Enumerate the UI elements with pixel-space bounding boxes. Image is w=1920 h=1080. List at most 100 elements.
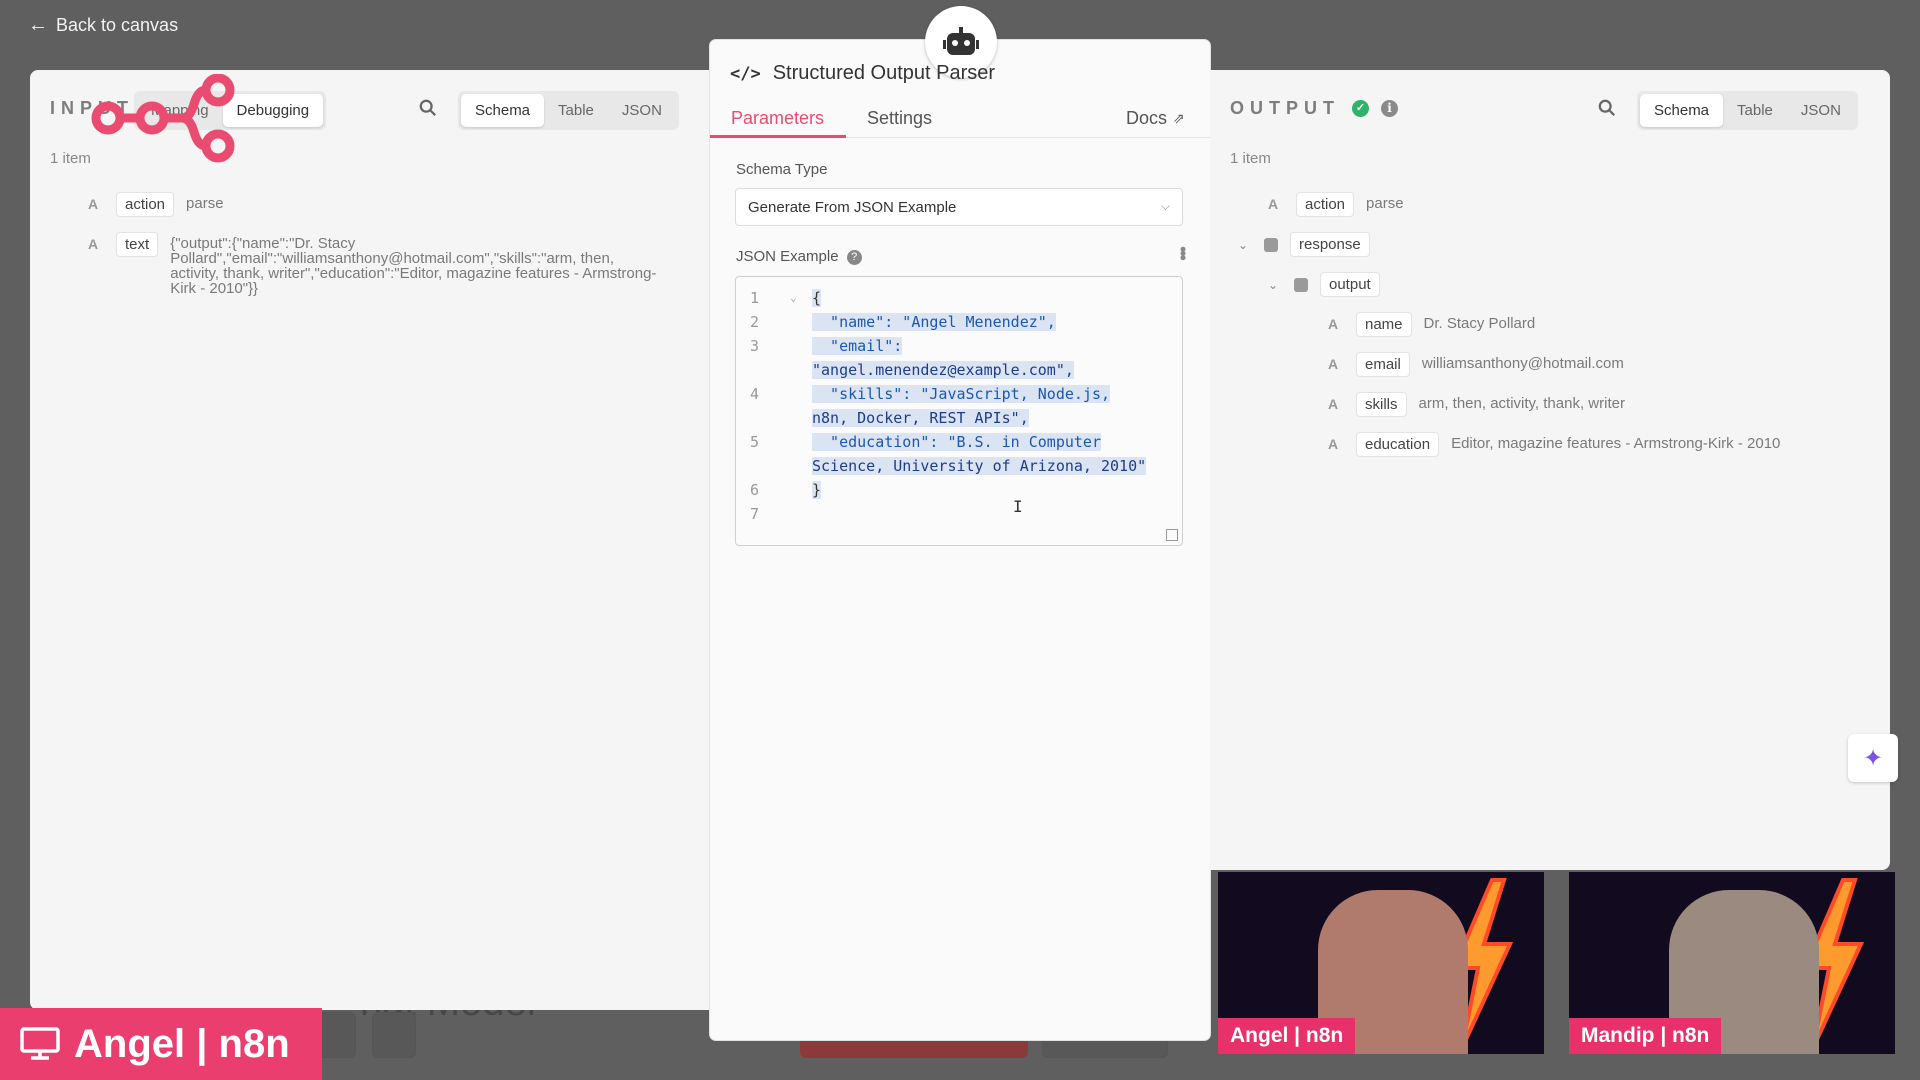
canvas-tool-button[interactable] xyxy=(372,1012,416,1058)
presenter-name: Angel | n8n xyxy=(74,1021,290,1066)
line-number: 6 xyxy=(750,481,760,499)
field-key[interactable]: skills xyxy=(1356,392,1407,417)
n8n-logo-icon xyxy=(91,74,235,163)
string-type-icon: A xyxy=(1267,196,1279,212)
code-line: "email": xyxy=(812,337,903,355)
active-tab-indicator xyxy=(710,135,846,138)
help-icon[interactable]: ? xyxy=(846,249,862,265)
output-field-education[interactable]: A education Editor, magazine features - … xyxy=(1322,432,1780,457)
line-number: 5 xyxy=(750,433,760,451)
webcam-feed: Mandip | n8n xyxy=(1569,872,1895,1054)
options-kebab-icon[interactable]: ••• xyxy=(1172,246,1193,259)
output-field-name[interactable]: A name Dr. Stacy Pollard xyxy=(1322,312,1535,337)
object-type-icon xyxy=(1264,238,1278,252)
chevron-down-icon[interactable]: ⌄ xyxy=(1268,272,1282,292)
check-circle-icon: ✓ xyxy=(1352,100,1369,117)
back-to-canvas-label: Back to canvas xyxy=(56,15,179,35)
output-item-count: 1 item xyxy=(1230,150,1271,167)
ai-assistant-button[interactable]: ✦ xyxy=(1848,734,1898,782)
json-example-label-row: JSON Example ? xyxy=(736,248,862,265)
output-view-json[interactable]: JSON xyxy=(1787,94,1855,127)
output-view-toggle: Schema Table JSON xyxy=(1637,91,1858,130)
code-line: "name": "Angel Menendez", xyxy=(812,313,1056,331)
code-line: } xyxy=(812,481,822,499)
json-example-label: JSON Example xyxy=(736,248,839,265)
tab-parameters[interactable]: Parameters xyxy=(731,108,824,129)
string-type-icon: A xyxy=(1327,356,1339,372)
sparkle-icon: ✦ xyxy=(1862,744,1884,772)
node-title-bar: </> Structured Output Parser xyxy=(730,62,995,85)
webcam-name-label: Mandip | n8n xyxy=(1569,1018,1722,1054)
string-type-icon: A xyxy=(1327,316,1339,332)
line-number: 7 xyxy=(750,505,760,523)
line-number: 4 xyxy=(750,385,760,403)
code-icon: </> xyxy=(730,63,761,84)
field-key[interactable]: response xyxy=(1290,232,1370,257)
arrow-left-icon: ← xyxy=(28,14,48,36)
input-view-toggle: Schema Table JSON xyxy=(458,91,679,130)
presenter-banner: Angel | n8n xyxy=(0,1008,322,1080)
schema-type-value: Generate From JSON Example xyxy=(748,199,957,216)
code-line: "education": "B.S. in Computer xyxy=(812,433,1101,451)
string-type-icon: A xyxy=(1327,436,1339,452)
field-value: williamsanthony@hotmail.com xyxy=(1421,355,1624,372)
string-type-icon: A xyxy=(87,236,99,252)
line-number: 2 xyxy=(750,313,760,331)
field-key[interactable]: action xyxy=(1296,192,1355,217)
input-field-text[interactable]: A text {"output":{"name":"Dr. Stacy Poll… xyxy=(82,232,710,296)
robot-icon xyxy=(943,27,979,55)
output-panel-label: OUTPUT xyxy=(1230,98,1340,118)
schema-type-select[interactable]: Generate From JSON Example ⌵ xyxy=(735,188,1183,226)
info-icon[interactable]: i xyxy=(1381,100,1398,117)
text-cursor-icon: I xyxy=(1013,497,1023,516)
webcam-feed: Angel | n8n xyxy=(1218,872,1544,1054)
docs-link[interactable]: Docs ⇗ xyxy=(1126,108,1185,129)
field-key[interactable]: email xyxy=(1356,352,1410,377)
input-search-icon[interactable] xyxy=(419,99,437,117)
input-view-json[interactable]: JSON xyxy=(608,94,676,127)
resize-handle-icon[interactable] xyxy=(1166,529,1178,541)
field-value: arm, then, activity, thank, writer xyxy=(1418,395,1625,412)
output-field-output[interactable]: ⌄ output xyxy=(1268,272,1380,297)
json-example-editor[interactable]: ⌄ 1 2 3 4 5 6 7 { "name": "Angel Menende… xyxy=(735,276,1183,546)
output-field-skills[interactable]: A skills arm, then, activity, thank, wri… xyxy=(1322,392,1625,417)
chevron-down-icon[interactable]: ⌄ xyxy=(1238,232,1252,252)
string-type-icon: A xyxy=(87,196,99,212)
code-line: n8n, Docker, REST APIs", xyxy=(812,409,1029,427)
field-value: parse xyxy=(186,195,224,212)
field-value: Editor, magazine features - Armstrong-Ki… xyxy=(1451,435,1781,452)
output-view-schema[interactable]: Schema xyxy=(1640,94,1724,127)
code-line: { xyxy=(812,289,822,307)
input-item-count: 1 item xyxy=(50,150,91,167)
line-number: 1 xyxy=(750,289,760,307)
field-key[interactable]: action xyxy=(116,192,175,217)
monitor-icon xyxy=(20,1027,60,1060)
object-type-icon xyxy=(1294,278,1308,292)
external-link-icon: ⇗ xyxy=(1173,110,1185,126)
field-value: {"output":{"name":"Dr. Stacy Pollard","e… xyxy=(170,235,657,297)
output-field-action[interactable]: A action parse xyxy=(1262,192,1404,217)
chevron-down-icon: ⌵ xyxy=(1160,199,1170,213)
docs-label: Docs xyxy=(1126,108,1168,128)
field-key[interactable]: name xyxy=(1356,312,1412,337)
node-title[interactable]: Structured Output Parser xyxy=(773,62,995,85)
string-type-icon: A xyxy=(1327,396,1339,412)
line-number: 3 xyxy=(750,337,760,355)
tab-settings[interactable]: Settings xyxy=(867,108,932,129)
output-view-table[interactable]: Table xyxy=(1723,94,1787,127)
input-view-table[interactable]: Table xyxy=(544,94,608,127)
output-header: OUTPUT ✓ i xyxy=(1230,98,1398,119)
input-view-schema[interactable]: Schema xyxy=(461,94,545,127)
back-to-canvas-link[interactable]: ← Back to canvas xyxy=(28,14,178,37)
input-field-action[interactable]: A action parse xyxy=(82,192,224,217)
field-key[interactable]: output xyxy=(1320,272,1380,297)
field-key[interactable]: text xyxy=(116,232,159,257)
output-field-response[interactable]: ⌄ response xyxy=(1238,232,1370,257)
fold-chevron-icon[interactable]: ⌄ xyxy=(790,291,797,304)
code-line: Science, University of Arizona, 2010" xyxy=(812,457,1147,475)
webcam-name-label: Angel | n8n xyxy=(1218,1018,1356,1054)
output-search-icon[interactable] xyxy=(1598,99,1616,117)
output-field-email[interactable]: A email williamsanthony@hotmail.com xyxy=(1322,352,1624,377)
code-line: "angel.menendez@example.com", xyxy=(812,361,1074,379)
field-key[interactable]: education xyxy=(1356,432,1440,457)
